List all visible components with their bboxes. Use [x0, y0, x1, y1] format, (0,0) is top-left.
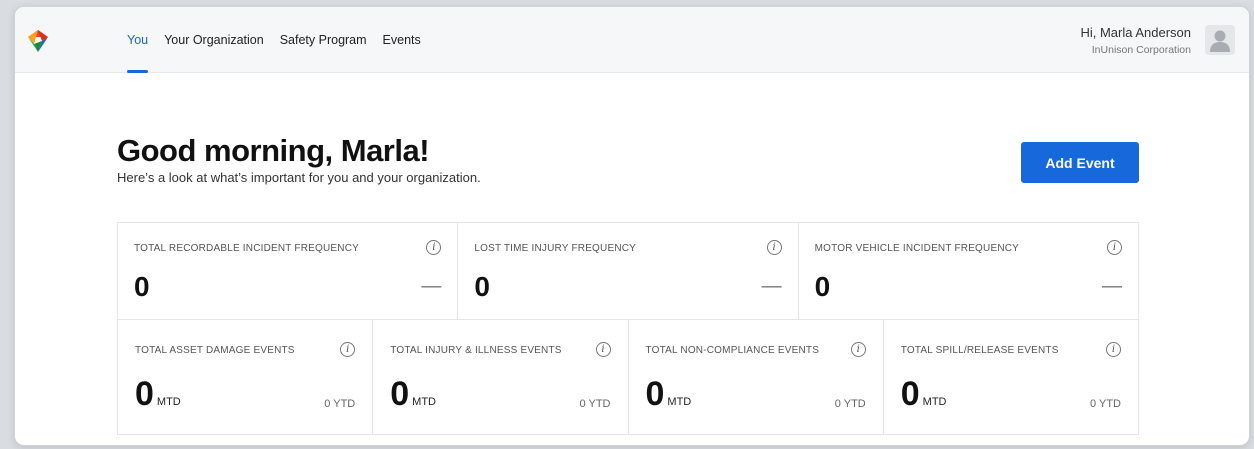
info-icon[interactable]: i	[340, 342, 356, 357]
ytd-value: 0	[579, 398, 586, 410]
event-card-non-compliance: TOTAL NON-COMPLIANCE EVENTS i 0 MTD 0 YT…	[629, 320, 884, 434]
mtd-metric: 0 MTD	[390, 377, 436, 411]
nav-tab-you[interactable]: You	[127, 7, 149, 73]
metrics-grid: TOTAL RECORDABLE INCIDENT FREQUENCY i 0 …	[117, 222, 1139, 435]
card-label: TOTAL ASSET DAMAGE EVENTS	[135, 345, 295, 356]
ytd-unit: YTD	[588, 398, 611, 410]
ytd-value: 0	[834, 398, 841, 410]
mtd-unit: MTD	[412, 396, 436, 408]
card-label: TOTAL NON-COMPLIANCE EVENTS	[645, 345, 820, 356]
mtd-unit: MTD	[922, 396, 947, 408]
main-nav: You Your Organization Safety Program Eve…	[127, 7, 437, 73]
card-label: TOTAL SPILL/RELEASE EVENTS	[900, 345, 1059, 356]
frequency-row: TOTAL RECORDABLE INCIDENT FREQUENCY i 0 …	[118, 223, 1138, 320]
trend-dash: —	[1101, 275, 1122, 297]
card-value: 0	[134, 271, 150, 302]
mtd-value: 0	[390, 375, 410, 413]
nav-tab-your-organization[interactable]: Your Organization	[164, 7, 264, 73]
app-logo-icon[interactable]	[25, 28, 51, 54]
avatar[interactable]	[1205, 25, 1235, 55]
frequency-card-trif: TOTAL RECORDABLE INCIDENT FREQUENCY i 0 …	[118, 223, 459, 319]
mtd-value: 0	[135, 375, 154, 413]
event-card-spill-release: TOTAL SPILL/RELEASE EVENTS i 0 MTD 0 YTD	[884, 320, 1138, 434]
ytd-unit: YTD	[843, 398, 866, 410]
info-icon[interactable]: i	[426, 240, 442, 255]
greeting-section: Good morning, Marla! Here’s a look at wh…	[117, 133, 481, 186]
ytd-unit: YTD	[1099, 398, 1121, 410]
event-card-asset-damage: TOTAL ASSET DAMAGE EVENTS i 0 MTD 0 YTD	[118, 320, 374, 434]
mtd-unit: MTD	[156, 396, 181, 408]
card-label: MOTOR VEHICLE INCIDENT FREQUENCY	[814, 243, 1020, 254]
card-value: 0	[474, 271, 490, 302]
page-subtitle: Here’s a look at what’s important for yo…	[117, 170, 481, 185]
event-card-injury-illness: TOTAL INJURY & ILLNESS EVENTS i 0 MTD 0 …	[373, 320, 629, 434]
user-organization: InUnison Corporation	[1091, 44, 1191, 56]
nav-tab-events[interactable]: Events	[383, 7, 421, 73]
user-silhouette-icon	[1210, 30, 1230, 52]
events-row: TOTAL ASSET DAMAGE EVENTS i 0 MTD 0 YTD …	[118, 320, 1138, 434]
frequency-card-mvif: MOTOR VEHICLE INCIDENT FREQUENCY i 0 —	[799, 223, 1138, 319]
page-title: Good morning, Marla!	[117, 133, 430, 168]
trend-dash: —	[421, 275, 442, 297]
add-event-button[interactable]: Add Event	[1021, 142, 1139, 183]
card-value: 0	[814, 271, 831, 302]
ytd-metric: 0 YTD	[835, 398, 866, 410]
frequency-card-ltif: LOST TIME INJURY FREQUENCY i 0 —	[458, 223, 799, 319]
ytd-metric: 0 YTD	[324, 398, 355, 410]
mtd-value: 0	[645, 375, 665, 413]
mtd-metric: 0 MTD	[135, 377, 181, 411]
info-icon[interactable]: i	[1106, 342, 1121, 357]
ytd-value: 0	[1090, 398, 1097, 410]
user-greeting: Hi, Marla Anderson	[1080, 25, 1191, 40]
mtd-unit: MTD	[667, 396, 692, 408]
mtd-metric: 0 MTD	[901, 377, 947, 411]
info-icon[interactable]: i	[850, 342, 866, 357]
info-icon[interactable]: i	[766, 240, 782, 255]
card-label: TOTAL RECORDABLE INCIDENT FREQUENCY	[134, 243, 359, 254]
user-menu[interactable]: Hi, Marla Anderson InUnison Corporation	[1080, 25, 1191, 56]
ytd-unit: YTD	[333, 398, 356, 410]
trend-dash: —	[761, 275, 782, 297]
card-label: LOST TIME INJURY FREQUENCY	[474, 243, 637, 254]
mtd-metric: 0 MTD	[646, 377, 692, 411]
nav-tab-safety-program[interactable]: Safety Program	[280, 7, 367, 73]
ytd-metric: 0 YTD	[580, 398, 611, 410]
app-window: You Your Organization Safety Program Eve…	[14, 6, 1250, 446]
ytd-value: 0	[324, 398, 331, 410]
info-icon[interactable]: i	[1106, 240, 1122, 255]
card-label: TOTAL INJURY & ILLNESS EVENTS	[390, 345, 562, 356]
mtd-value: 0	[900, 375, 920, 413]
ytd-metric: 0 YTD	[1090, 398, 1121, 410]
info-icon[interactable]: i	[595, 342, 611, 357]
top-navigation-bar: You Your Organization Safety Program Eve…	[15, 7, 1249, 73]
